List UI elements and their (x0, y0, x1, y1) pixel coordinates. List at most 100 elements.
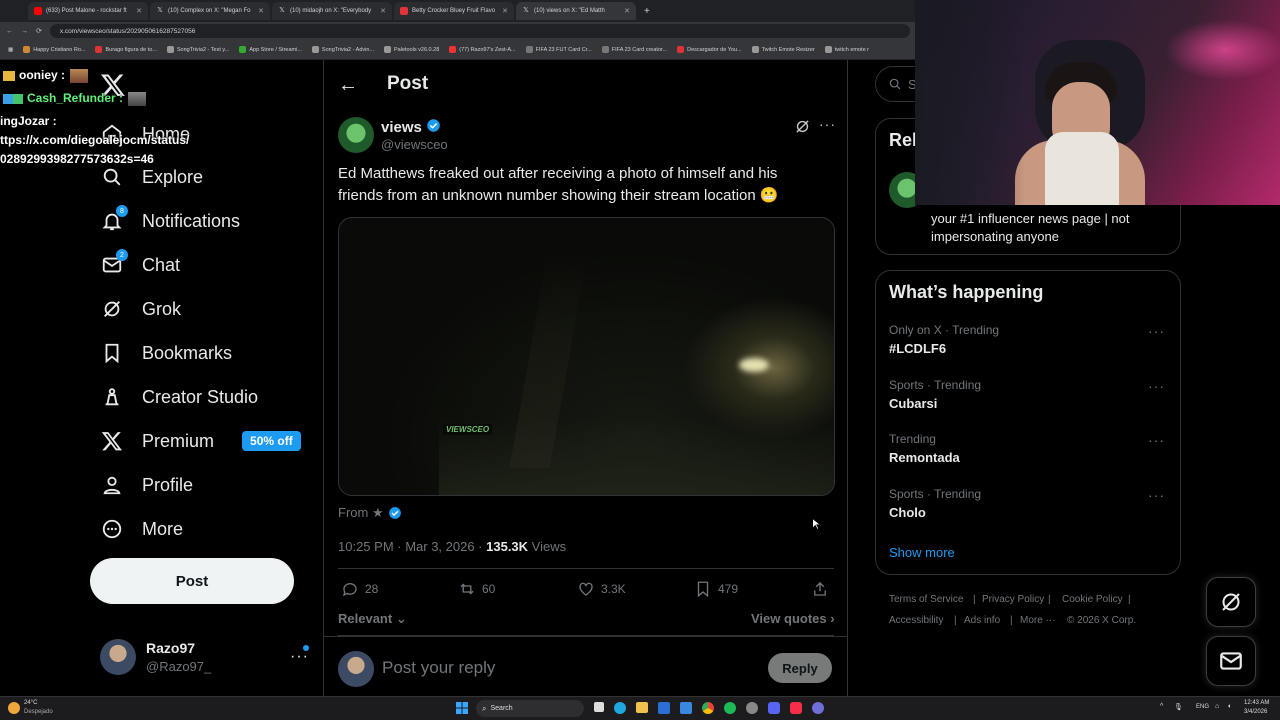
trend-item[interactable]: Sports · Trending Cubarsi ··· (889, 378, 1179, 411)
bookmark-button[interactable]: 479 (694, 580, 738, 598)
microphone-icon[interactable]: 🎙 (1174, 703, 1183, 711)
view-quotes-link[interactable]: View quotes › (751, 611, 835, 626)
mail-app-icon[interactable] (680, 702, 692, 714)
bookmark-item[interactable]: FIFA 23 Card creator... (601, 46, 667, 53)
bookmark-item[interactable]: (77) Razo97's Zest-A... (449, 46, 516, 53)
reply-button[interactable]: 28 (341, 580, 378, 598)
author-name[interactable]: views (381, 119, 422, 136)
language-indicator[interactable]: ENG (1196, 704, 1209, 710)
clock-time[interactable]: 12:43 AM (1244, 700, 1269, 706)
edge-icon[interactable] (614, 702, 626, 714)
trend-more-icon[interactable]: ··· (1148, 432, 1165, 448)
trend-item[interactable]: Only on X · Trending #LCDLF6 ··· (889, 323, 1179, 356)
steam-icon[interactable] (746, 702, 758, 714)
taskbar-search[interactable]: ⌕ Search (476, 700, 584, 717)
browser-tab[interactable]: (633) Post Malone - rockstar ft ✕ (28, 2, 148, 20)
x-logo-icon: 𝕏 (279, 7, 285, 14)
bookmark-item[interactable]: Burago figura de to... (95, 46, 157, 53)
obs-icon[interactable] (812, 702, 824, 714)
nav-profile[interactable]: Profile (100, 470, 193, 500)
windows-start-icon[interactable] (456, 702, 468, 714)
nav-notifications[interactable]: 8 Notifications (100, 205, 240, 236)
chat-badge-icon (13, 93, 23, 104)
footer-link-cookie[interactable]: Cookie Policy (1062, 594, 1123, 605)
file-explorer-icon[interactable] (636, 702, 648, 713)
trend-more-icon[interactable]: ··· (1148, 378, 1165, 394)
bookmark-item[interactable]: twitch emote r (824, 46, 869, 53)
chrome-icon[interactable] (702, 702, 714, 714)
discord-icon[interactable] (768, 702, 780, 714)
new-tab-icon[interactable]: + (644, 6, 650, 17)
bookmark-item[interactable]: SongTrivia2 - Test y... (166, 46, 229, 53)
messages-floating-button[interactable] (1206, 636, 1256, 686)
show-more-link[interactable]: Show more (889, 545, 955, 560)
footer-link-ads[interactable]: Ads info (964, 615, 1000, 626)
bookmark-item[interactable]: Twitch Emote Resizer (751, 46, 815, 53)
trend-item[interactable]: Trending Remontada ··· (889, 432, 1179, 465)
spotify-icon[interactable] (724, 702, 736, 714)
share-button[interactable] (811, 580, 829, 598)
share-icon (814, 582, 826, 596)
bookmark-item[interactable]: App Store / Streami... (239, 46, 302, 53)
trend-more-icon[interactable]: ··· (1148, 323, 1165, 339)
from-row: From ★ (338, 505, 402, 521)
author-name-row[interactable]: views (381, 118, 441, 137)
card-title: Rel (889, 130, 918, 150)
close-icon[interactable]: ✕ (136, 7, 142, 15)
footer-link-more[interactable]: More ··· (1020, 615, 1056, 626)
music-icon[interactable] (790, 702, 802, 714)
browser-tab[interactable]: Betty Crocker Bluey Fruit Flavo ✕ (394, 2, 514, 20)
repost-button[interactable]: 60 (458, 580, 495, 598)
back-arrow-icon[interactable]: ← (338, 74, 358, 97)
volume-icon[interactable]: ◖ (1227, 703, 1231, 710)
url-input[interactable]: x.com/viewsceo/status/202905061628752705… (49, 24, 910, 38)
bookmark-item[interactable]: Happy Cristiano Ro... (23, 46, 85, 53)
close-icon[interactable]: ✕ (258, 7, 264, 15)
post-video[interactable]: VIEWSCEO (338, 217, 835, 496)
trend-more-icon[interactable]: ··· (1148, 487, 1165, 503)
reply-input[interactable]: Post your reply (382, 658, 495, 678)
nav-more[interactable]: More (100, 514, 183, 544)
tray-chevron-icon[interactable]: ^ (1160, 703, 1163, 710)
grok-floating-button[interactable] (1206, 577, 1256, 627)
bookmark-item[interactable]: FIFA 23 FUT Card Cr... (525, 46, 592, 53)
bookmark-item[interactable]: Paletools v26.0.28 (384, 46, 439, 53)
grok-icon[interactable] (794, 118, 811, 140)
back-icon[interactable]: ← (6, 28, 13, 35)
post-button[interactable]: Post (90, 558, 294, 604)
like-button[interactable]: 3.3K (577, 580, 626, 598)
author-avatar[interactable] (338, 117, 374, 153)
footer-link-privacy[interactable]: Privacy Policy (982, 594, 1044, 605)
post-more-icon[interactable]: ··· (819, 116, 836, 132)
video-watermark: VIEWSCEO (443, 424, 493, 435)
browser-tab[interactable]: 𝕏 (10) Complex on X: "Megan Fo ✕ (150, 2, 270, 20)
forward-icon[interactable]: → (21, 28, 28, 35)
reply-submit-button[interactable]: Reply (768, 653, 832, 683)
reload-icon[interactable]: ⟳ (36, 27, 42, 35)
nav-premium[interactable]: Premium 50% off (100, 426, 301, 456)
footer-link-terms[interactable]: Terms of Service (889, 594, 963, 605)
close-icon[interactable]: ✕ (624, 7, 630, 15)
trend-item[interactable]: Sports · Trending Cholo ··· (889, 487, 1179, 520)
author-handle[interactable]: @viewsceo (381, 137, 448, 152)
apps-icon[interactable]: ▦ (8, 47, 13, 53)
footer-link-accessibility[interactable]: Accessibility (889, 615, 943, 626)
task-view-icon[interactable] (594, 702, 604, 712)
clock-date[interactable]: 3/4/2026 (1244, 709, 1267, 715)
avatar[interactable] (100, 639, 136, 675)
browser-tab-active[interactable]: 𝕏 (10) views on X: "Ed Matth ✕ (516, 2, 636, 20)
sort-dropdown[interactable]: Relevant ⌄ (338, 611, 407, 627)
nav-explore[interactable]: Explore (100, 162, 203, 192)
bookmark-item[interactable]: SongTrivia2 - Advin... (311, 46, 374, 53)
nav-chat[interactable]: 2 Chat (100, 249, 180, 280)
nav-bookmarks[interactable]: Bookmarks (100, 338, 232, 368)
chat-message: Cash_Refunder : (3, 91, 147, 106)
bookmark-item[interactable]: Descargador de You... (677, 46, 742, 53)
store-icon[interactable] (658, 702, 670, 714)
nav-grok[interactable]: Grok (100, 294, 181, 324)
nav-creator-studio[interactable]: Creator Studio (100, 382, 258, 412)
close-icon[interactable]: ✕ (380, 7, 386, 15)
close-icon[interactable]: ✕ (502, 7, 508, 15)
network-icon[interactable]: ⌂ (1215, 703, 1219, 710)
browser-tab[interactable]: 𝕏 (10) midaojh on X: "Everybody ✕ (272, 2, 392, 20)
